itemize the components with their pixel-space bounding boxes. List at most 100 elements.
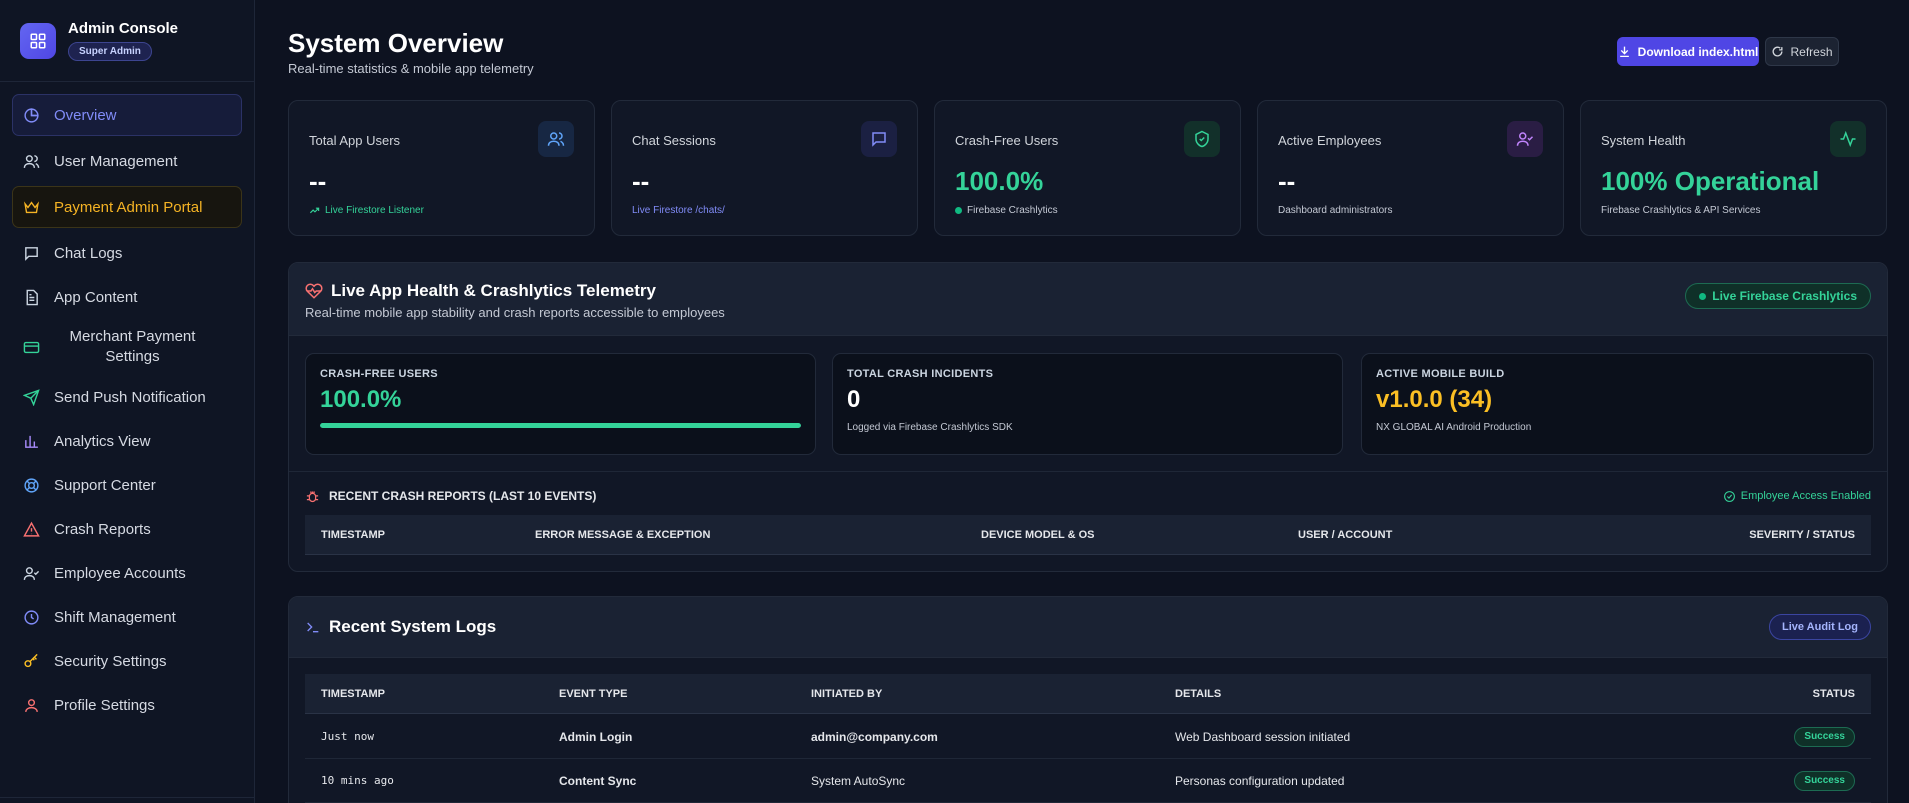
sidebar-nav: Overview User Management Payment Admin P…	[0, 82, 254, 742]
download-button[interactable]: Download index.html	[1617, 37, 1759, 66]
refresh-button[interactable]: Refresh	[1765, 37, 1839, 66]
column-header: ERROR MESSAGE & EXCEPTION	[535, 529, 711, 541]
sidebar-footer	[0, 797, 255, 803]
stat-note: Live Firestore /chats/	[632, 205, 725, 216]
user-icon	[25, 698, 38, 712]
status-badge: Success	[1794, 771, 1855, 791]
divider	[289, 471, 1887, 472]
metric-value: 0	[847, 386, 861, 413]
logs-title-text: Recent System Logs	[329, 617, 497, 636]
logs-header: Recent System Logs Live Audit Log	[289, 597, 1887, 658]
stat-card-total-app-users: Total App Users -- Live Firestore Listen…	[288, 100, 595, 236]
metric-value: 100.0%	[320, 386, 402, 413]
metric-note: NX GLOBAL AI Android Production	[1376, 422, 1532, 433]
sidebar-item-payment-admin-portal[interactable]: Payment Admin Portal	[12, 186, 242, 228]
download-label: Download index.html	[1637, 44, 1759, 59]
sidebar-item-label: Shift Management	[54, 608, 176, 626]
column-header: STATUS	[1812, 688, 1855, 700]
metric-total-crash-incidents: TOTAL CRASH INCIDENTS 0 Logged via Fireb…	[832, 353, 1343, 455]
sidebar-item-label: Employee Accounts	[54, 564, 186, 582]
stat-note-text: Live Firestore Listener	[325, 205, 424, 216]
crash-reports-title: RECENT CRASH REPORTS (LAST 10 EVENTS)	[329, 489, 597, 503]
sidebar-item-send-push-notification[interactable]: Send Push Notification	[12, 378, 242, 416]
stat-cards: Total App Users -- Live Firestore Listen…	[288, 100, 1887, 236]
page-subtitle: Real-time statistics & mobile app teleme…	[288, 61, 534, 76]
telemetry-title: Live App Health & Crashlytics Telemetry	[305, 281, 1871, 301]
refresh-icon	[1772, 46, 1783, 57]
sidebar-item-support-center[interactable]: Support Center	[12, 466, 242, 504]
logs-table-header: TIMESTAMP EVENT TYPE INITIATED BY DETAIL…	[305, 674, 1871, 714]
metric-label: CRASH-FREE USERS	[320, 368, 438, 380]
sidebar-item-merchant-payment-settings[interactable]: Merchant Payment Settings	[12, 322, 242, 372]
metric-active-mobile-build: ACTIVE MOBILE BUILD v1.0.0 (34) NX GLOBA…	[1361, 353, 1874, 455]
sidebar-item-label: Support Center	[54, 476, 156, 494]
crown-icon	[23, 200, 40, 213]
log-event-type: Content Sync	[559, 774, 637, 788]
bar-chart-icon	[25, 435, 38, 448]
sidebar-item-chat-logs[interactable]: Chat Logs	[12, 234, 242, 272]
role-badge: Super Admin	[68, 42, 152, 61]
stat-note: Dashboard administrators	[1278, 205, 1393, 216]
log-initiated-by: admin@company.com	[811, 730, 938, 744]
stat-value: 100.0%	[955, 166, 1044, 196]
stat-note-text: Firebase Crashlytics	[967, 205, 1058, 216]
users-icon	[23, 154, 40, 168]
progress-fill	[320, 423, 801, 428]
activity-icon	[1830, 121, 1866, 157]
message-icon	[861, 121, 897, 157]
status-dot	[955, 207, 962, 214]
sidebar-item-label: Crash Reports	[54, 520, 151, 538]
lifebuoy-icon	[24, 477, 39, 493]
crash-table-header: TIMESTAMP ERROR MESSAGE & EXCEPTION DEVI…	[305, 515, 1871, 555]
column-header: DEVICE MODEL & OS	[981, 529, 1095, 541]
employee-access-text: Employee Access Enabled	[1740, 490, 1871, 502]
live-badge-text: Live Firebase Crashlytics	[1712, 289, 1857, 303]
sidebar-item-shift-management[interactable]: Shift Management	[12, 598, 242, 636]
sidebar-item-crash-reports[interactable]: Crash Reports	[12, 510, 242, 548]
system-logs-panel: Recent System Logs Live Audit Log TIMEST…	[288, 596, 1888, 803]
stat-label: Active Employees	[1278, 133, 1382, 148]
log-event-type: Admin Login	[559, 730, 633, 744]
heart-pulse-icon	[305, 283, 323, 299]
crash-reports-heading: RECENT CRASH REPORTS (LAST 10 EVENTS) Em…	[305, 487, 1871, 505]
metric-label: ACTIVE MOBILE BUILD	[1376, 368, 1505, 380]
stat-label: Chat Sessions	[632, 133, 716, 148]
sidebar-item-label: App Content	[54, 288, 138, 306]
sidebar-item-overview[interactable]: Overview	[12, 94, 242, 136]
stat-card-chat-sessions: Chat Sessions -- Live Firestore /chats/	[611, 100, 918, 236]
sidebar-item-profile-settings[interactable]: Profile Settings	[12, 686, 242, 724]
sidebar-item-user-management[interactable]: User Management	[12, 142, 242, 180]
sidebar-item-label: Chat Logs	[54, 244, 123, 262]
user-check-icon	[23, 566, 40, 580]
sidebar-item-employee-accounts[interactable]: Employee Accounts	[12, 554, 242, 592]
stat-note-text: Live Firestore /chats/	[632, 205, 725, 216]
stat-note: Firebase Crashlytics & API Services	[1601, 205, 1761, 216]
sidebar-item-app-content[interactable]: App Content	[12, 278, 242, 316]
live-audit-log-badge: Live Audit Log	[1769, 614, 1871, 640]
pie-chart-icon	[24, 107, 39, 123]
telemetry-panel: Live App Health & Crashlytics Telemetry …	[288, 262, 1888, 572]
log-timestamp: 10 mins ago	[321, 774, 394, 787]
sidebar: Admin Console Super Admin Overview User …	[0, 0, 255, 803]
page-title: System Overview	[288, 28, 504, 58]
alert-triangle-icon	[23, 521, 40, 537]
sidebar-item-label: Overview	[54, 106, 117, 124]
metric-crash-free-users: CRASH-FREE USERS 100.0%	[305, 353, 816, 455]
log-details: Web Dashboard session initiated	[1175, 730, 1351, 744]
metric-label: TOTAL CRASH INCIDENTS	[847, 368, 994, 380]
stat-note-text: Firebase Crashlytics & API Services	[1601, 205, 1761, 216]
stat-value: 100% Operational	[1601, 166, 1820, 196]
shield-check-icon	[1184, 121, 1220, 157]
user-check-icon	[1507, 121, 1543, 157]
bug-icon	[306, 490, 319, 502]
employee-access-label: Employee Access Enabled	[1723, 490, 1871, 503]
sidebar-item-analytics-view[interactable]: Analytics View	[12, 422, 242, 460]
sidebar-item-security-settings[interactable]: Security Settings	[12, 642, 242, 680]
terminal-icon	[307, 622, 319, 633]
sidebar-item-label: Send Push Notification	[54, 388, 206, 406]
stat-value: --	[632, 166, 650, 196]
crash-free-progress-bar	[320, 423, 801, 428]
stat-note: Firebase Crashlytics	[955, 205, 1058, 216]
download-icon	[1619, 46, 1629, 58]
column-header: USER / ACCOUNT	[1298, 529, 1393, 541]
